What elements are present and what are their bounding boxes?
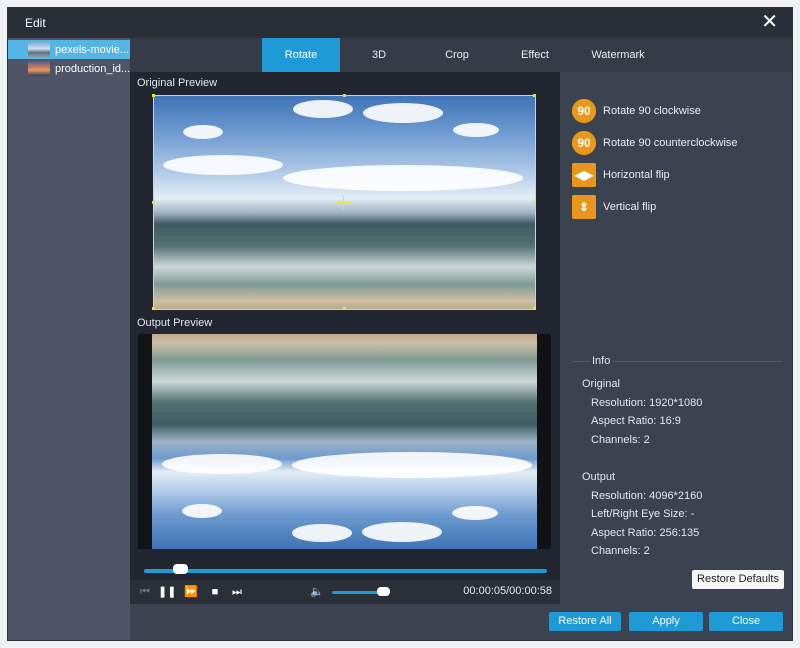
tab-effect[interactable]: Effect [506,38,564,72]
file-item-1[interactable]: pexels-movie... [8,40,130,59]
file-list-sidebar: pexels-movie... production_id... [8,38,130,640]
crop-handle[interactable] [152,201,155,204]
original-aspect-ratio: Aspect Ratio: 16:9 [591,415,681,427]
rotate-counterclockwise-label: Rotate 90 counterclockwise [603,137,738,149]
apply-button[interactable]: Apply [629,612,703,631]
vertical-flip-button[interactable]: ⇕ Vertical flip [572,194,656,220]
original-heading: Original [582,378,620,390]
volume-handle[interactable] [377,587,390,596]
playback-progress-bar[interactable] [144,569,547,573]
info-title: Info [590,355,613,367]
skip-back-icon[interactable]: ⏮ [136,583,154,601]
volume-icon[interactable]: 🔈 [308,583,326,601]
output-aspect-ratio: Aspect Ratio: 256:135 [591,527,700,539]
original-preview [152,94,536,310]
skip-forward-icon[interactable]: ⏭ [228,583,246,601]
horizontal-flip-label: Horizontal flip [603,169,670,181]
close-icon[interactable]: ✕ [761,12,778,32]
output-preview [138,334,551,549]
horizontal-flip-icon: ◀▶ [572,163,596,187]
rotate-counterclockwise-icon: 90 [572,131,596,155]
file-name: production_id... [55,62,130,75]
tab-crop[interactable]: Crop [428,38,486,72]
horizontal-flip-button[interactable]: ◀▶ Horizontal flip [572,162,670,188]
restore-defaults-button[interactable]: Restore Defaults [692,570,784,589]
output-preview-label: Output Preview [137,317,213,329]
preview-area: Original Preview Output Preview [130,72,560,580]
output-resolution: Resolution: 4096*2160 [591,490,703,502]
close-button[interactable]: Close [709,612,783,631]
vertical-flip-icon: ⇕ [572,195,596,219]
original-channels: Channels: 2 [591,434,650,446]
fast-forward-icon[interactable]: ⏩ [182,583,200,601]
crop-handle[interactable] [152,307,155,310]
file-name: pexels-movie... [55,43,129,56]
rotate-counterclockwise-button[interactable]: 90 Rotate 90 counterclockwise [572,130,738,156]
pause-icon[interactable]: ❚❚ [158,583,176,601]
video-thumbnail [28,42,50,57]
crop-handle[interactable] [533,307,536,310]
output-channels: Channels: 2 [591,545,650,557]
original-resolution: Resolution: 1920*1080 [591,397,703,409]
tab-3d[interactable]: 3D [350,38,408,72]
crop-handle[interactable] [533,94,536,97]
edit-window: Edit ✕ pexels-movie... production_id... … [7,7,793,641]
crop-handle[interactable] [343,94,346,97]
tab-rotate[interactable]: Rotate [262,38,340,72]
rotate-clockwise-label: Rotate 90 clockwise [603,105,701,117]
video-thumbnail [28,61,50,76]
crop-handle[interactable] [152,94,155,97]
edit-tabs: Rotate 3D Crop Effect Watermark [130,38,792,72]
output-video-frame [152,334,537,549]
output-heading: Output [582,471,616,483]
crop-handle[interactable] [533,201,536,204]
crop-handle[interactable] [343,307,346,310]
playback-progress-handle[interactable] [173,564,188,574]
output-eye-size: Left/Right Eye Size: - [591,508,695,520]
window-title: Edit [25,16,46,30]
rotate-clockwise-button[interactable]: 90 Rotate 90 clockwise [572,98,701,124]
crop-center-icon [343,195,344,210]
playback-time: 00:00:05/00:00:58 [463,585,552,597]
original-preview-label: Original Preview [137,77,218,89]
tab-watermark[interactable]: Watermark [580,38,656,72]
stop-icon[interactable]: ■ [206,583,224,601]
player-controls: ⏮ ❚❚ ⏩ ■ ⏭ 🔈 00:00:05/00:00:58 [130,580,560,604]
restore-all-button[interactable]: Restore All [549,612,621,631]
file-item-2[interactable]: production_id... [8,59,130,78]
rotate-panel: 90 Rotate 90 clockwise 90 Rotate 90 coun… [560,72,792,610]
title-bar: Edit ✕ [8,8,792,38]
rotate-clockwise-icon: 90 [572,99,596,123]
vertical-flip-label: Vertical flip [603,201,657,213]
